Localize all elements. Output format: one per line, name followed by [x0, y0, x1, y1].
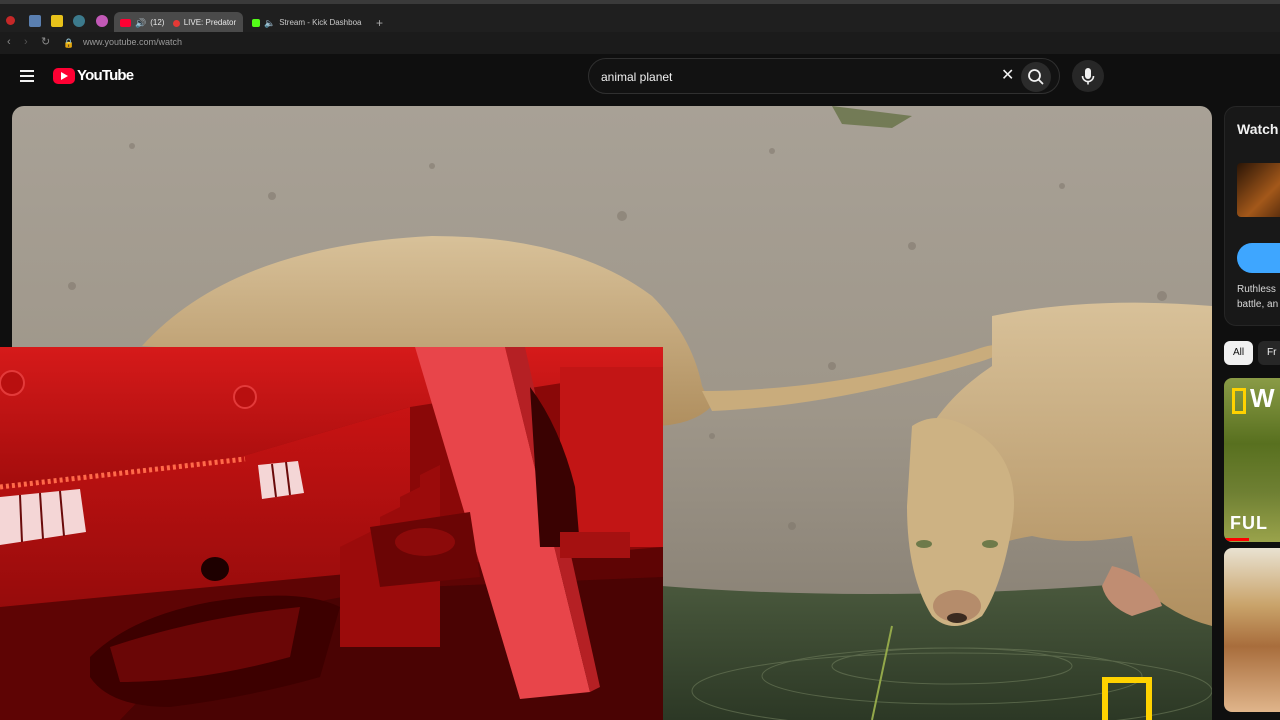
natgeo-logo-icon: [1232, 388, 1246, 414]
youtube-logo-icon[interactable]: [53, 68, 75, 84]
menu-icon[interactable]: [20, 70, 34, 82]
speaker-icon[interactable]: 🔊: [135, 18, 146, 28]
watch-card-thumbnail[interactable]: [1237, 163, 1280, 217]
kick-favicon-icon: [252, 19, 260, 27]
new-tab-button[interactable]: +: [376, 16, 383, 30]
url-text[interactable]: www.youtube.com/watch: [83, 36, 182, 48]
watch-card-button[interactable]: [1237, 243, 1280, 273]
search-box: ✕: [588, 58, 1060, 94]
search-button[interactable]: [1021, 62, 1051, 92]
pinned-tab-mail-icon[interactable]: [29, 15, 41, 27]
watch-card-title: Watch: [1237, 121, 1279, 137]
pinned-tab-red-icon[interactable]: [6, 16, 15, 25]
close-icon[interactable]: ✕: [1001, 67, 1014, 85]
youtube-header: YouTube ✕: [0, 54, 1280, 106]
recommended-video-thumbnail[interactable]: W FUL: [1224, 378, 1280, 542]
forward-icon[interactable]: ›: [24, 35, 28, 49]
voice-search-button[interactable]: [1072, 60, 1104, 92]
tab-notification-count: (12): [150, 18, 165, 28]
tab-kick-dashboard[interactable]: 🔈 Stream - Kick Dashboa: [246, 12, 370, 34]
watch-card-description: Ruthless battle, an: [1237, 284, 1279, 310]
address-bar: ‹ › ↻ 🔒 www.youtube.com/watch: [0, 32, 1280, 54]
pinned-tab-yellow-icon[interactable]: [51, 15, 63, 27]
mic-icon: [1081, 68, 1095, 85]
recommended-video-thumbnail[interactable]: [1224, 548, 1280, 712]
chip-second[interactable]: Fr: [1258, 341, 1280, 365]
chip-all[interactable]: All: [1224, 341, 1254, 365]
tab-title: LIVE: Predator: [183, 18, 237, 28]
webcam-overlay: [0, 347, 663, 720]
tab-title: Stream - Kick Dashboa: [279, 18, 362, 28]
muted-speaker-icon[interactable]: 🔈: [264, 18, 275, 28]
thumbnail-title-letter: W: [1250, 383, 1275, 413]
lock-icon[interactable]: 🔒: [63, 36, 74, 50]
watched-progress-bar: [1224, 538, 1250, 541]
tab-youtube-live[interactable]: 🔊 (12) LIVE: Predator: [114, 12, 243, 34]
pinned-tab-purple-icon[interactable]: [96, 15, 108, 27]
secondary-column: Watch Ruthless battle, an All Fr W FUL: [1224, 106, 1280, 720]
pinned-tab-globe-icon[interactable]: [73, 15, 85, 27]
reload-icon[interactable]: ↻: [41, 35, 50, 49]
back-icon[interactable]: ‹: [7, 35, 11, 49]
thumbnail-overlay-text: FUL: [1230, 513, 1268, 533]
youtube-favicon-icon: [120, 19, 131, 27]
live-dot-icon: [172, 19, 180, 27]
youtube-logo-text[interactable]: YouTube: [77, 68, 134, 84]
watch-playlist-card[interactable]: Watch Ruthless battle, an: [1224, 106, 1280, 326]
search-icon: [1028, 69, 1044, 85]
webcam-feed: [0, 347, 663, 720]
browser-tab-strip: 🔊 (12) LIVE: Predator 🔈 Stream - Kick Dash…: [0, 0, 1280, 34]
search-input[interactable]: [601, 68, 981, 86]
screen: 🔊 (12) LIVE: Predator 🔈 Stream - Kick Dash…: [0, 0, 1280, 720]
